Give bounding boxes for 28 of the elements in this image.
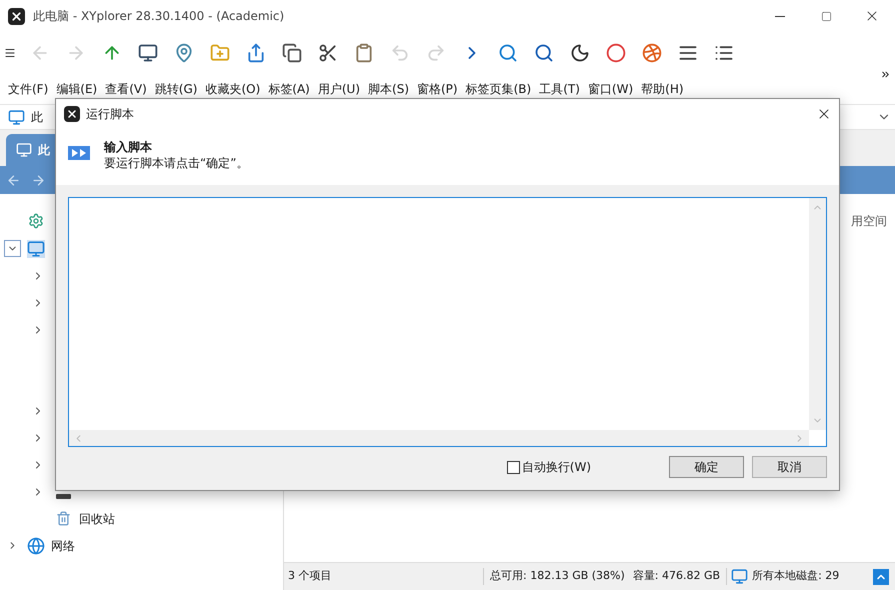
status-capacity: 容量: 476.82 GB	[624, 568, 728, 585]
dialog-title: 运行脚本	[86, 106, 134, 123]
menu-item[interactable]: 脚本(S)	[364, 80, 413, 98]
status-drives: 所有本地磁盘: 29	[751, 568, 840, 584]
menu-item[interactable]: 窗格(P)	[413, 80, 462, 98]
menu-item[interactable]: 跳转(G)	[150, 80, 202, 98]
dialog-button[interactable]: 确定	[669, 456, 744, 478]
menu-item[interactable]: 帮助(H)	[637, 80, 688, 98]
status-free-space: 总可用: 182.13 GB (38%)	[489, 568, 625, 584]
address-field[interactable]: 此	[31, 108, 43, 126]
menu-item[interactable]: 查看(V)	[101, 80, 151, 98]
menu-item[interactable]: 标签页集(B)	[462, 80, 536, 98]
menu-item[interactable]: 用户(U)	[314, 80, 364, 98]
column-header[interactable]: 用空间	[851, 212, 887, 230]
tree-item[interactable]: 回收站	[79, 510, 115, 528]
word-wrap-label[interactable]: 自动换行(W)	[522, 458, 591, 476]
menu-item[interactable]: 文件(F)	[4, 80, 52, 98]
menu-item[interactable]: 工具(T)	[535, 80, 584, 98]
window-title: 此电脑 - XYplorer 28.30.1400 - (Academic)	[33, 8, 284, 25]
tree-item[interactable]: 网络	[51, 536, 75, 554]
menu-item[interactable]: 标签(A)	[264, 80, 314, 98]
dialog-button[interactable]: 取消	[752, 456, 827, 478]
menu-item[interactable]: 窗口(W)	[584, 80, 638, 98]
dialog-instruction: 要运行脚本请点击“确定”。	[104, 155, 248, 171]
dialog-heading: 输入脚本	[104, 139, 153, 155]
menu-item[interactable]: 编辑(E)	[52, 80, 102, 98]
menu-item[interactable]: 收藏夹(O)	[201, 80, 264, 98]
status-item-count: 3 个项目	[284, 568, 484, 585]
